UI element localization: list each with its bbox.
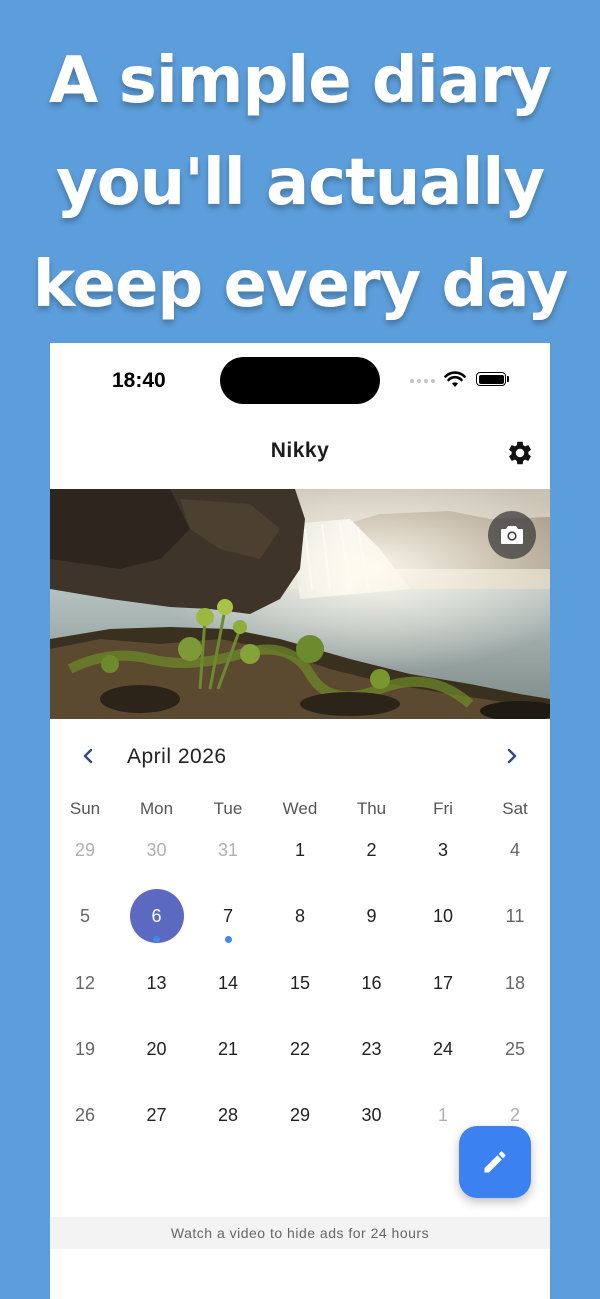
calendar-day[interactable]: 25 [488,1022,542,1076]
cellular-signal-icon [410,379,435,383]
status-time: 18:40 [112,369,166,392]
calendar-day[interactable]: 11 [488,889,542,943]
ad-removal-banner[interactable]: Watch a video to hide ads for 24 hours [50,1217,550,1249]
headline-line-3: keep every day [32,248,569,322]
battery-tip [507,376,509,382]
weekday-thu: Thu [356,799,387,818]
calendar-day[interactable]: 5 [58,889,112,943]
weekday-mon: Mon [139,799,174,818]
calendar-day[interactable]: 16 [345,956,399,1010]
calendar-day[interactable]: 28 [201,1088,255,1142]
calendar-day[interactable]: 27 [130,1088,184,1142]
write-entry-button[interactable] [459,1126,531,1198]
change-cover-photo-button[interactable] [488,511,536,559]
calendar-day[interactable]: 15 [273,956,327,1010]
entry-indicator-dot [224,936,232,943]
calendar-day[interactable]: 13 [130,956,184,1010]
calendar-day[interactable]: 31 [201,823,255,877]
calendar-day[interactable]: 9 [345,889,399,943]
calendar-day[interactable]: 3 [416,823,470,877]
wifi-icon [444,371,466,387]
camera-icon [501,526,523,544]
headline-line-1: A simple diary [48,44,552,118]
entry-indicator-dot [153,936,160,943]
calendar-day[interactable]: 17 [416,956,470,1010]
calendar-day[interactable]: 1 [273,823,327,877]
battery-icon [476,372,506,386]
weekday-header: Sun Mon Tue Wed Thu Fri Sat [50,799,550,823]
calendar-day[interactable]: 23 [345,1022,399,1076]
month-label: April 2026 [127,745,227,768]
weekday-wed: Wed [282,799,318,818]
calendar-day[interactable]: 30 [130,823,184,877]
calendar-day[interactable]: 24 [416,1022,470,1076]
calendar-day[interactable]: 29 [58,823,112,877]
dynamic-island [220,357,380,404]
calendar-day[interactable]: 26 [58,1088,112,1142]
phone-screen: 18:40 Nikky April 2026 Sun Mon Tue Wed T… [50,343,550,1299]
calendar-day[interactable]: 22 [273,1022,327,1076]
calendar-day-selected[interactable]: 6 [129,889,184,943]
calendar-day[interactable]: 20 [130,1022,184,1076]
calendar-day[interactable]: 10 [416,889,470,943]
calendar-day[interactable]: 8 [273,889,327,943]
weekday-fri: Fri [433,799,453,818]
calendar-day[interactable]: 18 [488,956,542,1010]
gear-icon[interactable] [506,439,534,467]
pencil-icon [484,1151,506,1173]
month-navigation: April 2026 [50,738,550,778]
headline-line-2: you'll actually [55,146,545,220]
chevron-left-icon[interactable] [78,744,98,768]
calendar-day[interactable]: 30 [345,1088,399,1142]
app-title: Nikky [270,439,330,462]
chevron-right-icon[interactable] [502,744,522,768]
calendar-day[interactable]: 19 [58,1022,112,1076]
headline: A simple diary you'll actually keep ever… [0,30,600,336]
calendar-day[interactable]: 12 [58,956,112,1010]
calendar-day[interactable]: 14 [201,956,255,1010]
calendar-day[interactable]: 21 [201,1022,255,1076]
calendar-day[interactable]: 4 [488,823,542,877]
cover-photo[interactable] [50,489,550,719]
weekday-sat: Sat [502,799,528,818]
waterfall-landscape-image [50,489,550,719]
calendar-day[interactable]: 2 [345,823,399,877]
weekday-tue: Tue [213,799,243,818]
weekday-sun: Sun [69,799,101,818]
calendar-day[interactable]: 29 [273,1088,327,1142]
calendar-day[interactable]: 7 [201,889,255,943]
